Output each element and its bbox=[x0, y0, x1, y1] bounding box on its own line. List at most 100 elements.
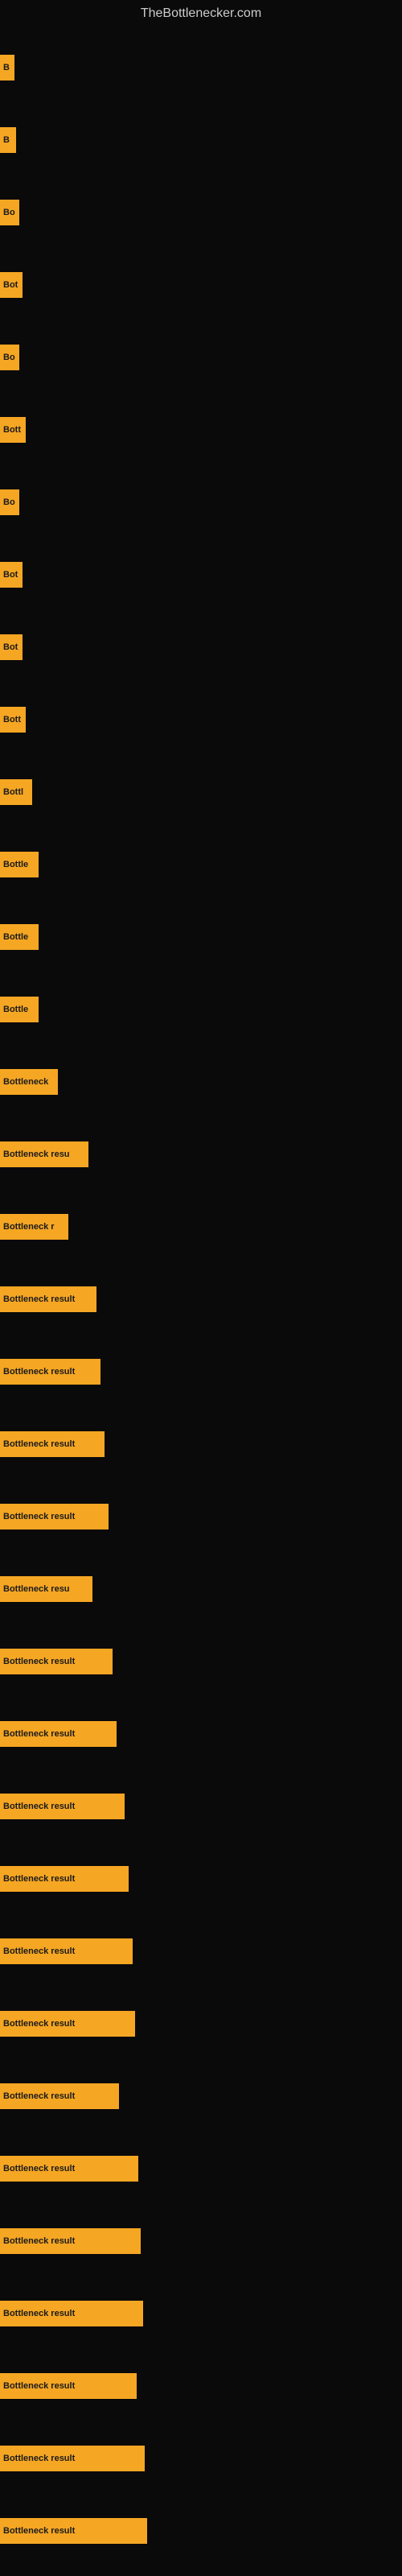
bar-label-11: Bottl bbox=[3, 787, 23, 797]
bar-13[interactable]: Bottle bbox=[0, 924, 39, 950]
bar-31[interactable]: Bottleneck result bbox=[0, 2228, 141, 2254]
bar-row: Bot bbox=[0, 539, 402, 610]
bar-3[interactable]: Bo bbox=[0, 200, 19, 225]
bar-row: Bottleneck bbox=[0, 1046, 402, 1117]
bar-row: Bottle bbox=[0, 829, 402, 900]
bar-label-21: Bottleneck result bbox=[3, 1512, 75, 1521]
bar-17[interactable]: Bottleneck r bbox=[0, 1214, 68, 1240]
bar-label-33: Bottleneck result bbox=[3, 2381, 75, 2391]
bar-label-6: Bott bbox=[3, 425, 21, 435]
bar-label-22: Bottleneck resu bbox=[3, 1584, 70, 1594]
bar-label-3: Bo bbox=[3, 208, 15, 217]
bar-label-15: Bottleneck bbox=[3, 1077, 48, 1087]
bar-row: Bottleneck result bbox=[0, 2351, 402, 2421]
bar-11[interactable]: Bottl bbox=[0, 779, 32, 805]
bar-row: Bottl bbox=[0, 757, 402, 828]
bar-23[interactable]: Bottleneck result bbox=[0, 1649, 113, 1674]
bars-container: B B Bo Bot Bo Bott Bo Bot Bot Bott Bottl Bottle Bott… bbox=[0, 24, 402, 2576]
bar-label-28: Bottleneck result bbox=[3, 2019, 75, 2029]
bar-27[interactable]: Bottleneck result bbox=[0, 1938, 133, 1964]
bar-row: Bott bbox=[0, 684, 402, 755]
bar-label-23: Bottleneck result bbox=[3, 1657, 75, 1666]
bar-row: Bottleneck result bbox=[0, 1336, 402, 1407]
bar-row: Bottle bbox=[0, 902, 402, 972]
bar-24[interactable]: Bottleneck result bbox=[0, 1721, 117, 1747]
bar-row: Bo bbox=[0, 467, 402, 538]
bar-22[interactable]: Bottleneck resu bbox=[0, 1576, 92, 1602]
bar-35[interactable]: Bottleneck result bbox=[0, 2518, 147, 2544]
bar-row: Bottleneck result bbox=[0, 1409, 402, 1480]
bar-label-4: Bot bbox=[3, 280, 18, 290]
bar-20[interactable]: Bottleneck result bbox=[0, 1431, 105, 1457]
bar-1[interactable]: B bbox=[0, 55, 14, 80]
bar-8[interactable]: Bot bbox=[0, 562, 23, 588]
bar-row: Bottleneck r bbox=[0, 1191, 402, 1262]
site-title: TheBottlenecker.com bbox=[0, 0, 402, 24]
bar-label-24: Bottleneck result bbox=[3, 1729, 75, 1739]
bar-row: B bbox=[0, 105, 402, 175]
bar-18[interactable]: Bottleneck result bbox=[0, 1286, 96, 1312]
bar-label-13: Bottle bbox=[3, 932, 28, 942]
bar-33[interactable]: Bottleneck result bbox=[0, 2373, 137, 2399]
bar-label-8: Bot bbox=[3, 570, 18, 580]
bar-2[interactable]: B bbox=[0, 127, 16, 153]
bar-6[interactable]: Bott bbox=[0, 417, 26, 443]
bar-row: Bottleneck result bbox=[0, 1481, 402, 1552]
bar-row: Bottleneck result bbox=[0, 1771, 402, 1842]
bar-row: Bottleneck resu bbox=[0, 1119, 402, 1190]
bar-4[interactable]: Bot bbox=[0, 272, 23, 298]
bar-21[interactable]: Bottleneck result bbox=[0, 1504, 109, 1530]
bar-row: B bbox=[0, 32, 402, 103]
bar-label-25: Bottleneck result bbox=[3, 1802, 75, 1811]
bar-10[interactable]: Bott bbox=[0, 707, 26, 733]
bar-row: Bot bbox=[0, 250, 402, 320]
bar-label-7: Bo bbox=[3, 497, 15, 507]
bar-26[interactable]: Bottleneck result bbox=[0, 1866, 129, 1892]
bar-label-14: Bottle bbox=[3, 1005, 28, 1014]
bar-label-30: Bottleneck result bbox=[3, 2164, 75, 2174]
bar-label-10: Bott bbox=[3, 715, 21, 724]
bar-label-9: Bot bbox=[3, 642, 18, 652]
bar-row: Bottleneck result bbox=[0, 2206, 402, 2277]
bar-row: Bottleneck result bbox=[0, 2496, 402, 2566]
bar-34[interactable]: Bottleneck result bbox=[0, 2446, 145, 2471]
bar-label-34: Bottleneck result bbox=[3, 2454, 75, 2463]
bar-row: Bottleneck result bbox=[0, 1916, 402, 1987]
bar-9[interactable]: Bot bbox=[0, 634, 23, 660]
bar-label-12: Bottle bbox=[3, 860, 28, 869]
bar-row: Bott bbox=[0, 394, 402, 465]
bar-14[interactable]: Bottle bbox=[0, 997, 39, 1022]
bar-19[interactable]: Bottleneck result bbox=[0, 1359, 100, 1385]
bar-row: Bottleneck result bbox=[0, 2133, 402, 2204]
bar-12[interactable]: Bottle bbox=[0, 852, 39, 877]
bar-row: Bottleneck result bbox=[0, 1626, 402, 1697]
bar-15[interactable]: Bottleneck bbox=[0, 1069, 58, 1095]
bar-16[interactable]: Bottleneck resu bbox=[0, 1141, 88, 1167]
bar-row: Bottleneck result bbox=[0, 1988, 402, 2059]
bar-row: Bottleneck result bbox=[0, 1699, 402, 1769]
bar-row: Bottleneck result bbox=[0, 2061, 402, 2132]
bar-5[interactable]: Bo bbox=[0, 345, 19, 370]
bar-label-27: Bottleneck result bbox=[3, 1946, 75, 1956]
bar-label-26: Bottleneck result bbox=[3, 1874, 75, 1884]
bar-row: Bot bbox=[0, 612, 402, 683]
bar-row: Bottleneck result bbox=[0, 1843, 402, 1914]
bar-row: Bottleneck result bbox=[0, 2278, 402, 2349]
bar-label-17: Bottleneck r bbox=[3, 1222, 55, 1232]
bar-29[interactable]: Bottleneck result bbox=[0, 2083, 119, 2109]
bar-30[interactable]: Bottleneck result bbox=[0, 2156, 138, 2182]
bar-28[interactable]: Bottleneck result bbox=[0, 2011, 135, 2037]
bar-row: Bottleneck result bbox=[0, 2423, 402, 2494]
bar-label-18: Bottleneck result bbox=[3, 1294, 75, 1304]
bar-7[interactable]: Bo bbox=[0, 489, 19, 515]
bar-label-16: Bottleneck resu bbox=[3, 1150, 70, 1159]
bar-32[interactable]: Bottleneck result bbox=[0, 2301, 143, 2326]
bar-label-32: Bottleneck result bbox=[3, 2309, 75, 2318]
bar-label-19: Bottleneck result bbox=[3, 1367, 75, 1377]
bar-label-35: Bottleneck result bbox=[3, 2526, 75, 2536]
bar-row: Bottleneck result bbox=[0, 1264, 402, 1335]
bar-25[interactable]: Bottleneck result bbox=[0, 1794, 125, 1819]
bar-row: Bo bbox=[0, 322, 402, 393]
bar-label-29: Bottleneck result bbox=[3, 2091, 75, 2101]
bar-label-5: Bo bbox=[3, 353, 15, 362]
